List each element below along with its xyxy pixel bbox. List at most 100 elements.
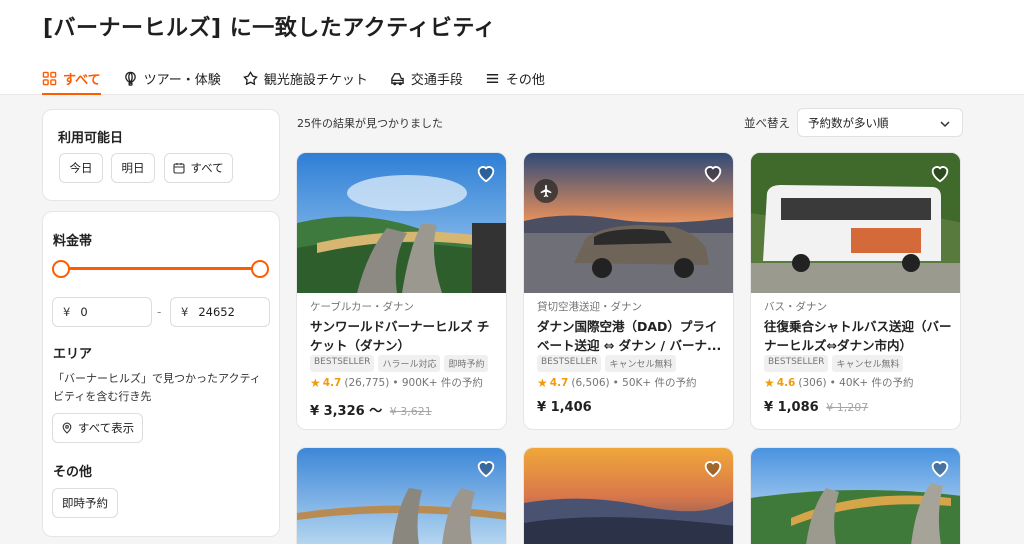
chevron-down-icon (940, 121, 950, 128)
review-count: (306) (798, 376, 827, 389)
heart-icon[interactable] (702, 457, 724, 479)
product-rating: ★ 4.7 (6,506) • 50K+ 件の予約 (537, 375, 697, 390)
rating-score: 4.6 (776, 376, 796, 389)
max-price-field[interactable]: ¥ 24652 (170, 297, 270, 327)
product-card[interactable]: バス・ダナン 往復乗合シャトルバス送迎（バーナーヒルズ⇔ダナン市内） BESTS… (750, 152, 961, 430)
product-badges: BESTSELLER ハラール対応 即時予約 (310, 355, 492, 372)
balloon-icon (124, 71, 136, 86)
instant-booking-chip[interactable]: 即時予約 (52, 488, 118, 518)
max-price-value: 24652 (198, 305, 235, 319)
tab-attractions[interactable]: 観光施設チケット (242, 62, 368, 94)
product-price: ¥ 1,406 (537, 400, 592, 415)
sort-dropdown[interactable]: 予約数が多い順 (797, 108, 963, 137)
area-description: 「バーナーヒルズ」で見つかったアクティビティを含む行き先 (53, 372, 261, 403)
product-category: ケーブルカー・ダナン (310, 301, 415, 313)
product-card[interactable] (750, 447, 961, 544)
booking-count: • 50K+ 件の予約 (612, 377, 697, 389)
review-count: (6,506) (571, 376, 610, 389)
current-price: ¥ 1,406 (537, 400, 592, 415)
header-bar: [バーナーヒルズ] に一致したアクティビティ すべて ツアー・体験 観光施設チケ… (0, 0, 1024, 95)
tab-label: すべて (63, 72, 101, 88)
current-price: ¥ 1,086 (764, 400, 819, 415)
product-category: 貸切空港送迎・ダナン (537, 301, 642, 313)
current-price: ¥ 3,326 〜 (310, 404, 383, 419)
tab-tours[interactable]: ツアー・体験 (123, 62, 221, 94)
booking-count: • 900K+ 件の予約 (392, 377, 483, 389)
product-category: バス・ダナン (764, 301, 827, 313)
price-separator: - (157, 305, 162, 319)
product-rating: ★ 4.7 (26,775) • 900K+ 件の予約 (310, 375, 483, 390)
product-title[interactable]: ダナン国際空港（DAD）プライベート送迎 ⇔ ダナン / バーナ... (537, 317, 727, 355)
tab-other[interactable]: その他 (485, 62, 545, 94)
tab-transport[interactable]: 交通手段 (390, 62, 463, 94)
category-tabs: すべて ツアー・体験 観光施設チケット 交通手段 その他 (42, 62, 567, 95)
heart-icon[interactable] (475, 457, 497, 479)
badge: BESTSELLER (537, 355, 602, 372)
attraction-icon (242, 70, 258, 85)
currency-symbol: ¥ (63, 305, 71, 319)
tab-all[interactable]: すべて (42, 62, 101, 95)
area-filter-title: エリア (53, 347, 93, 362)
badge: ハラール対応 (378, 355, 441, 372)
badge: キャンセル無料 (832, 355, 904, 372)
product-card[interactable] (523, 447, 734, 544)
product-title[interactable]: サンワールドバーナーヒルズ チケット（ダナン） (310, 317, 500, 355)
badge: BESTSELLER (764, 355, 829, 372)
calendar-icon (173, 163, 185, 174)
currency-symbol: ¥ (181, 305, 189, 319)
rating-score: 4.7 (549, 376, 569, 389)
heart-icon[interactable] (929, 162, 951, 184)
all-dates-label: すべて (190, 161, 224, 175)
date-filter-title: 利用可能日 (58, 131, 124, 146)
rating-score: 4.7 (322, 376, 342, 389)
other-filter-title: その他 (53, 465, 93, 480)
heart-icon[interactable] (475, 162, 497, 184)
price-filter-title: 料金帯 (53, 234, 93, 249)
tab-label: その他 (505, 72, 545, 88)
all-dates-chip[interactable]: すべて (164, 153, 233, 183)
tab-label: ツアー・体験 (143, 72, 221, 88)
product-card[interactable]: ケーブルカー・ダナン サンワールドバーナーヒルズ チケット（ダナン） BESTS… (296, 152, 507, 430)
product-title[interactable]: 往復乗合シャトルバス送迎（バーナーヒルズ⇔ダナン市内） (764, 317, 954, 355)
product-price: ¥ 1,086 ¥ 1,207 (764, 400, 868, 415)
today-chip[interactable]: 今日 (59, 153, 103, 183)
min-price-field[interactable]: ¥ 0 (52, 297, 152, 327)
badge: BESTSELLER (310, 355, 375, 372)
product-badges: BESTSELLER キャンセル無料 (537, 355, 680, 372)
product-price: ¥ 3,326 〜 ¥ 3,621 (310, 400, 432, 419)
booking-count: • 40K+ 件の予約 (829, 377, 914, 389)
min-price-value: 0 (80, 305, 88, 319)
product-rating: ★ 4.6 (306) • 40K+ 件の予約 (764, 375, 914, 390)
page-title: [バーナーヒルズ] に一致したアクティビティ (43, 16, 497, 41)
product-badges: BESTSELLER キャンセル無料 (764, 355, 907, 372)
menu-icon (486, 73, 498, 83)
original-price: ¥ 3,621 (389, 405, 432, 418)
tab-label: 観光施設チケット (263, 72, 368, 88)
price-slider-max-handle[interactable] (251, 260, 269, 278)
heart-icon[interactable] (702, 162, 724, 184)
badge: 即時予約 (444, 355, 489, 372)
date-filter-card: 利用可能日 今日 明日 すべて (42, 109, 280, 201)
show-all-label: すべて表示 (77, 421, 135, 435)
grid-icon (42, 71, 57, 85)
original-price: ¥ 1,207 (826, 401, 869, 414)
heart-icon[interactable] (929, 457, 951, 479)
star-icon: ★ (310, 375, 321, 390)
show-all-areas-button[interactable]: すべて表示 (52, 413, 143, 443)
product-card[interactable]: 貸切空港送迎・ダナン ダナン国際空港（DAD）プライベート送迎 ⇔ ダナン / … (523, 152, 734, 430)
star-icon: ★ (764, 375, 775, 390)
sort-value: 予約数が多い順 (808, 115, 889, 130)
map-pin-icon (62, 422, 72, 434)
product-card[interactable] (296, 447, 507, 544)
badge: キャンセル無料 (605, 355, 677, 372)
price-slider-track[interactable] (62, 267, 260, 270)
transport-icon (391, 72, 404, 85)
price-slider-min-handle[interactable] (52, 260, 70, 278)
airport-badge (534, 179, 558, 203)
tab-label: 交通手段 (410, 72, 463, 88)
tomorrow-chip[interactable]: 明日 (111, 153, 155, 183)
airplane-icon (540, 184, 552, 198)
sort-label: 並べ替え (744, 116, 790, 130)
star-icon: ★ (537, 375, 548, 390)
review-count: (26,775) (344, 376, 390, 389)
